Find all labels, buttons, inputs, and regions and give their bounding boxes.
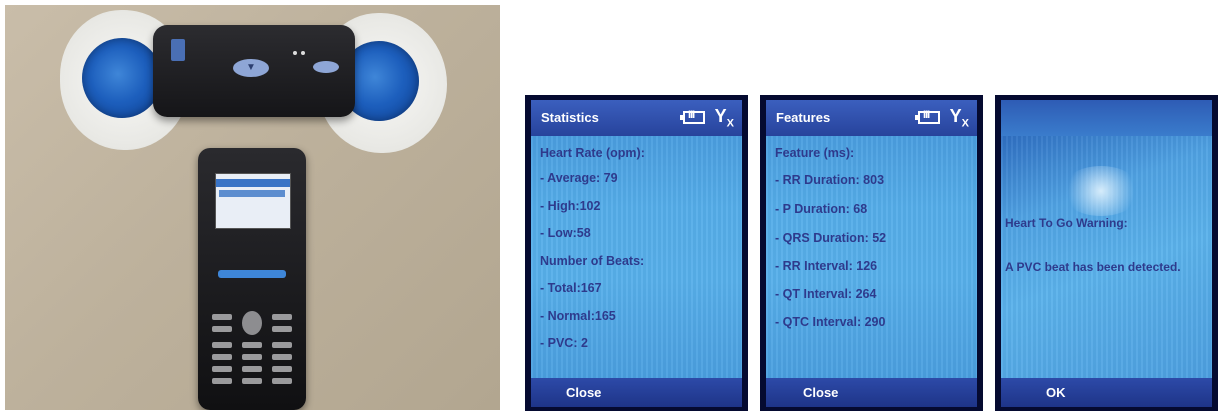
- feature-qrs-duration: - QRS Duration: 52: [775, 231, 887, 245]
- stat-low: - Low:58: [540, 226, 591, 240]
- screen-title: Statistics: [541, 110, 599, 125]
- stat-high: - High:102: [540, 199, 601, 213]
- warning-screen: Heart To Go Warning: A PVC beat has been…: [995, 95, 1218, 411]
- mobile-phone: [198, 148, 306, 410]
- stat-total: - Total:167: [540, 281, 602, 295]
- feature-rr-duration: - RR Duration: 803: [775, 173, 885, 187]
- stat-pvc: - PVC: 2: [540, 336, 588, 350]
- phone-navbar: [218, 270, 286, 278]
- sensor-button-secondary: [313, 61, 339, 73]
- features-screen: Features YX Feature (ms): - RR Duration:…: [760, 95, 983, 411]
- title-bar: Features YX: [766, 100, 977, 136]
- screen-content: Heart Rate (opm): - Average: 79 - High:1…: [531, 136, 742, 378]
- warning-header: [1001, 100, 1212, 136]
- ecg-sensor: ▼: [153, 25, 355, 117]
- battery-icon: [680, 109, 706, 125]
- ok-softkey[interactable]: OK: [1046, 385, 1066, 400]
- sensor-led: [301, 51, 305, 55]
- stat-normal: - Normal:165: [540, 309, 616, 323]
- statistics-screen: Statistics YX Heart Rate (opm): - Averag…: [525, 95, 748, 411]
- battery-icon: [915, 109, 941, 125]
- sensor-led: [293, 51, 297, 55]
- screen-title: Features: [776, 110, 831, 125]
- phone-dpad: [242, 311, 262, 335]
- warning-message: A PVC beat has been detected.: [1005, 260, 1181, 274]
- screen-content: Feature (ms): - RR Duration: 803 - P Dur…: [766, 136, 977, 378]
- signal-icon: YX: [949, 106, 969, 130]
- softkey-bar: Close: [766, 378, 977, 407]
- phone-screen: [215, 173, 291, 229]
- sensor-button: ▼: [233, 59, 269, 77]
- feature-p-duration: - P Duration: 68: [775, 202, 868, 216]
- screen-content: Heart To Go Warning: A PVC beat has been…: [1001, 136, 1212, 378]
- title-bar: Statistics YX: [531, 100, 742, 136]
- stat-heart-rate-label: Heart Rate (opm):: [540, 146, 645, 160]
- softkey-bar: OK: [1001, 378, 1212, 407]
- close-softkey[interactable]: Close: [566, 385, 601, 400]
- close-softkey[interactable]: Close: [803, 385, 838, 400]
- stat-average: - Average: 79: [540, 171, 618, 185]
- feature-qt-interval: - QT Interval: 264: [775, 287, 877, 301]
- feature-rr-interval: - RR Interval: 126: [775, 259, 878, 273]
- feature-label: Feature (ms):: [775, 146, 855, 160]
- device-photo: ▼: [5, 5, 500, 410]
- feature-qtc-interval: - QTC Interval: 290: [775, 315, 886, 329]
- stat-beats-label: Number of Beats:: [540, 254, 645, 268]
- softkey-bar: Close: [531, 378, 742, 407]
- signal-icon: YX: [714, 106, 734, 130]
- sensor-logo: [171, 39, 185, 61]
- warning-heading: Heart To Go Warning:: [1005, 216, 1128, 230]
